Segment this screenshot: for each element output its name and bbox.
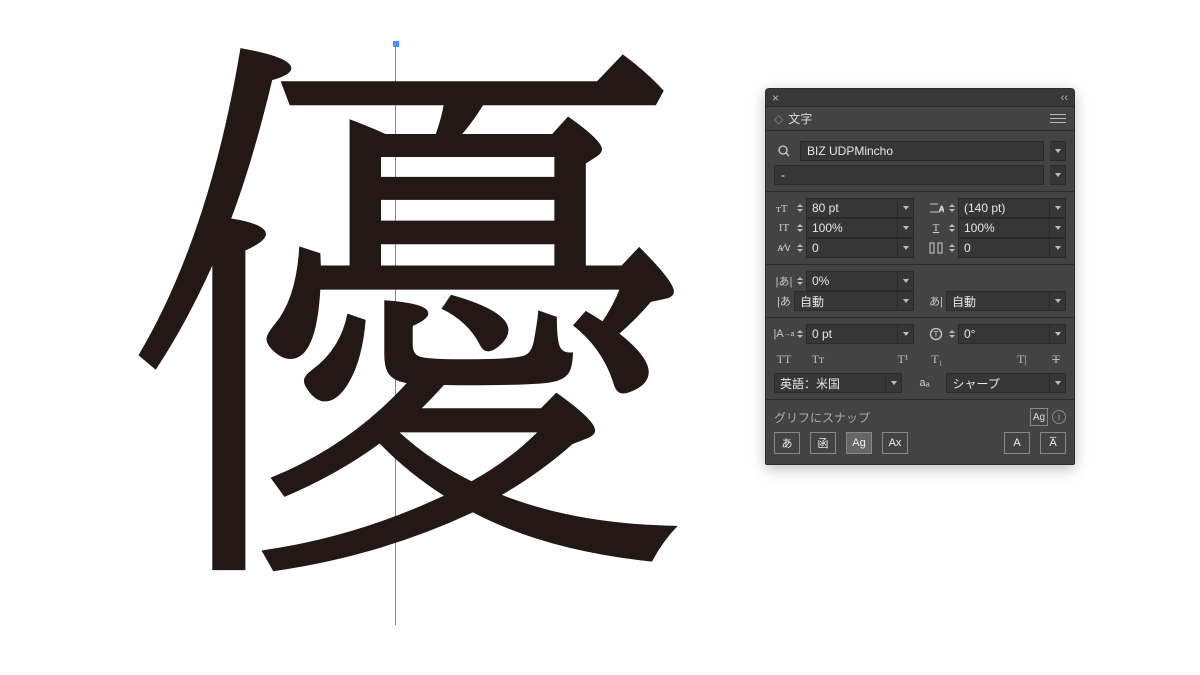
snap-info-icon[interactable]: i [1052,410,1066,424]
tsume-icon: |あ| [774,271,794,291]
font-size-dropdown[interactable] [898,198,914,218]
allcaps-button[interactable]: TT [774,352,794,367]
aki-left-icon: |あ [774,291,794,311]
snap-opt-2[interactable]: 函 [810,432,836,454]
tracking-icon [926,238,946,258]
tsume-dropdown[interactable] [898,271,914,291]
font-size-input[interactable]: 80 pt [806,198,898,218]
strikethrough-button[interactable]: T [1046,352,1066,367]
superscript-button[interactable]: T¹ [893,352,913,367]
tracking-stepper[interactable] [946,238,958,258]
language-select[interactable]: 英語：米国 [774,373,886,393]
leading-dropdown[interactable] [1050,198,1066,218]
rotation-stepper[interactable] [946,324,958,344]
language-dropdown[interactable] [886,373,902,393]
aki-right-input[interactable]: 自動 [946,291,1050,311]
baseline-stepper[interactable] [794,324,806,344]
snap-opt-1[interactable]: あ [774,432,800,454]
font-style-dropdown[interactable] [1050,165,1066,185]
hscale-stepper[interactable] [946,218,958,238]
rotation-input[interactable]: 0° [958,324,1050,344]
snap-opt-6[interactable]: A̅ [1040,432,1066,454]
snap-options-row: あ 函 Ag Ax A A̅ [774,432,1066,454]
kerning-input[interactable]: 0 [806,238,898,258]
snap-to-glyph-label: グリフにスナップ [774,409,870,426]
type-style-row: TT Tᴛ T¹ T₁ T| T [774,352,1066,367]
hscale-dropdown[interactable] [1050,218,1066,238]
antialias-dropdown[interactable] [1050,373,1066,393]
svg-text:ᴛT: ᴛT [776,203,788,215]
character-panel: × ‹‹ ◇ 文字 BIZ UDPMincho - ᴛT 80 pt [765,88,1075,465]
svg-text:A: A [939,205,944,214]
snap-opt-5[interactable]: A [1004,432,1030,454]
panel-titlebar: ◇ 文字 [766,107,1074,131]
smallcaps-button[interactable]: Tᴛ [808,352,828,367]
snap-opt-4[interactable]: Ax [882,432,908,454]
aki-right-dropdown[interactable] [1050,291,1066,311]
panel-menu-icon[interactable] [1050,113,1066,125]
vscale-dropdown[interactable] [898,218,914,238]
tracking-dropdown[interactable] [1050,238,1066,258]
baseline-icon: |A→a [774,324,794,344]
aki-left-input[interactable]: 自動 [794,291,898,311]
font-family-dropdown[interactable] [1050,141,1066,161]
collapse-icon[interactable]: ‹‹ [1061,92,1068,104]
aki-right-icon: あ| [926,291,946,311]
vscale-icon: IT [774,218,794,238]
vscale-stepper[interactable] [794,218,806,238]
leading-stepper[interactable] [946,198,958,218]
text-object[interactable]: 優 [130,30,690,590]
snap-glyph-bounds-icon[interactable]: Ag [1030,408,1048,426]
leading-icon: A [926,198,946,218]
tracking-input[interactable]: 0 [958,238,1050,258]
tsume-stepper[interactable] [794,271,806,291]
close-icon[interactable]: × [772,92,779,104]
rotation-dropdown[interactable] [1050,324,1066,344]
antialias-select[interactable]: シャープ [946,373,1050,393]
baseline-input[interactable]: 0 pt [806,324,898,344]
tsume-input[interactable]: 0% [806,271,898,291]
font-size-icon: ᴛT [774,198,794,218]
vscale-input[interactable]: 100% [806,218,898,238]
canvas[interactable]: 優 [0,0,760,675]
size-stepper[interactable] [794,198,806,218]
font-family-input[interactable]: BIZ UDPMincho [800,141,1044,161]
hscale-input[interactable]: 100% [958,218,1050,238]
aki-left-dropdown[interactable] [898,291,914,311]
baseline-dropdown[interactable] [898,324,914,344]
search-icon [774,141,794,161]
subscript-button[interactable]: T₁ [927,352,947,367]
underline-button[interactable]: T| [1012,352,1032,367]
antialias-icon: aₐ [914,373,934,393]
hscale-icon: T [926,218,946,238]
kerning-stepper[interactable] [794,238,806,258]
kerning-dropdown[interactable] [898,238,914,258]
panel-title: 文字 [788,110,812,127]
svg-text:T: T [934,330,939,339]
panel-grip-icon[interactable]: ◇ [774,112,782,126]
panel-window-bar[interactable]: × ‹‹ [766,89,1074,107]
leading-input[interactable]: (140 pt) [958,198,1050,218]
rotation-icon: T [926,324,946,344]
snap-opt-3[interactable]: Ag [846,432,872,454]
kerning-icon: ᴀ⁄ᴠ [774,238,794,258]
font-style-input[interactable]: - [774,165,1044,185]
